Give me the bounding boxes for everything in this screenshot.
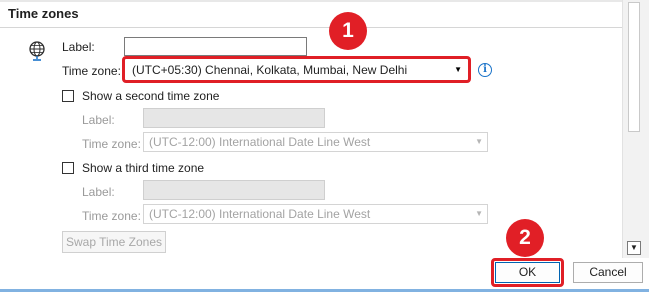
second-timezone-caption: Time zone: bbox=[82, 137, 141, 151]
globe-icon bbox=[29, 41, 45, 61]
section-divider bbox=[0, 27, 622, 28]
third-label-input[interactable] bbox=[143, 180, 325, 200]
section-title: Time zones bbox=[8, 6, 79, 21]
second-timezone-checkbox[interactable] bbox=[62, 90, 74, 102]
third-timezone-dropdown[interactable]: (UTC-12:00) International Date Line West… bbox=[143, 204, 488, 224]
third-timezone-caption: Time zone: bbox=[82, 209, 141, 223]
swap-time-zones-button[interactable]: Swap Time Zones bbox=[62, 231, 166, 253]
cancel-button[interactable]: Cancel bbox=[573, 262, 643, 283]
step-badge-1: 1 bbox=[329, 12, 367, 50]
third-timezone-checkbox[interactable] bbox=[62, 162, 74, 174]
info-icon[interactable]: i bbox=[478, 63, 492, 77]
third-timezone-value: (UTC-12:00) International Date Line West bbox=[149, 207, 371, 221]
chevron-down-icon: ▼ bbox=[475, 137, 483, 146]
second-timezone-value: (UTC-12:00) International Date Line West bbox=[149, 135, 371, 149]
chevron-down-icon: ▼ bbox=[454, 65, 462, 74]
second-label-input[interactable] bbox=[143, 108, 325, 128]
timezone-dropdown-value: (UTC+05:30) Chennai, Kolkata, Mumbai, Ne… bbox=[132, 63, 408, 77]
label-input[interactable] bbox=[124, 37, 307, 56]
third-timezone-checkbox-label: Show a third time zone bbox=[82, 161, 205, 175]
second-label-caption: Label: bbox=[82, 113, 115, 127]
step-badge-2: 2 bbox=[506, 219, 544, 257]
second-timezone-checkbox-label: Show a second time zone bbox=[82, 89, 220, 103]
timezone-caption: Time zone: bbox=[62, 64, 121, 78]
timezone-dropdown[interactable]: (UTC+05:30) Chennai, Kolkata, Mumbai, Ne… bbox=[126, 60, 467, 79]
second-timezone-dropdown[interactable]: (UTC-12:00) International Date Line West… bbox=[143, 132, 488, 152]
window-top-edge bbox=[0, 0, 622, 2]
chevron-down-icon: ▼ bbox=[475, 209, 483, 218]
third-label-caption: Label: bbox=[82, 185, 115, 199]
scroll-down-arrow-icon[interactable]: ▼ bbox=[627, 241, 641, 255]
label-caption: Label: bbox=[62, 40, 95, 54]
scrollbar-thumb[interactable] bbox=[628, 2, 640, 132]
ok-button[interactable]: OK bbox=[495, 262, 560, 283]
